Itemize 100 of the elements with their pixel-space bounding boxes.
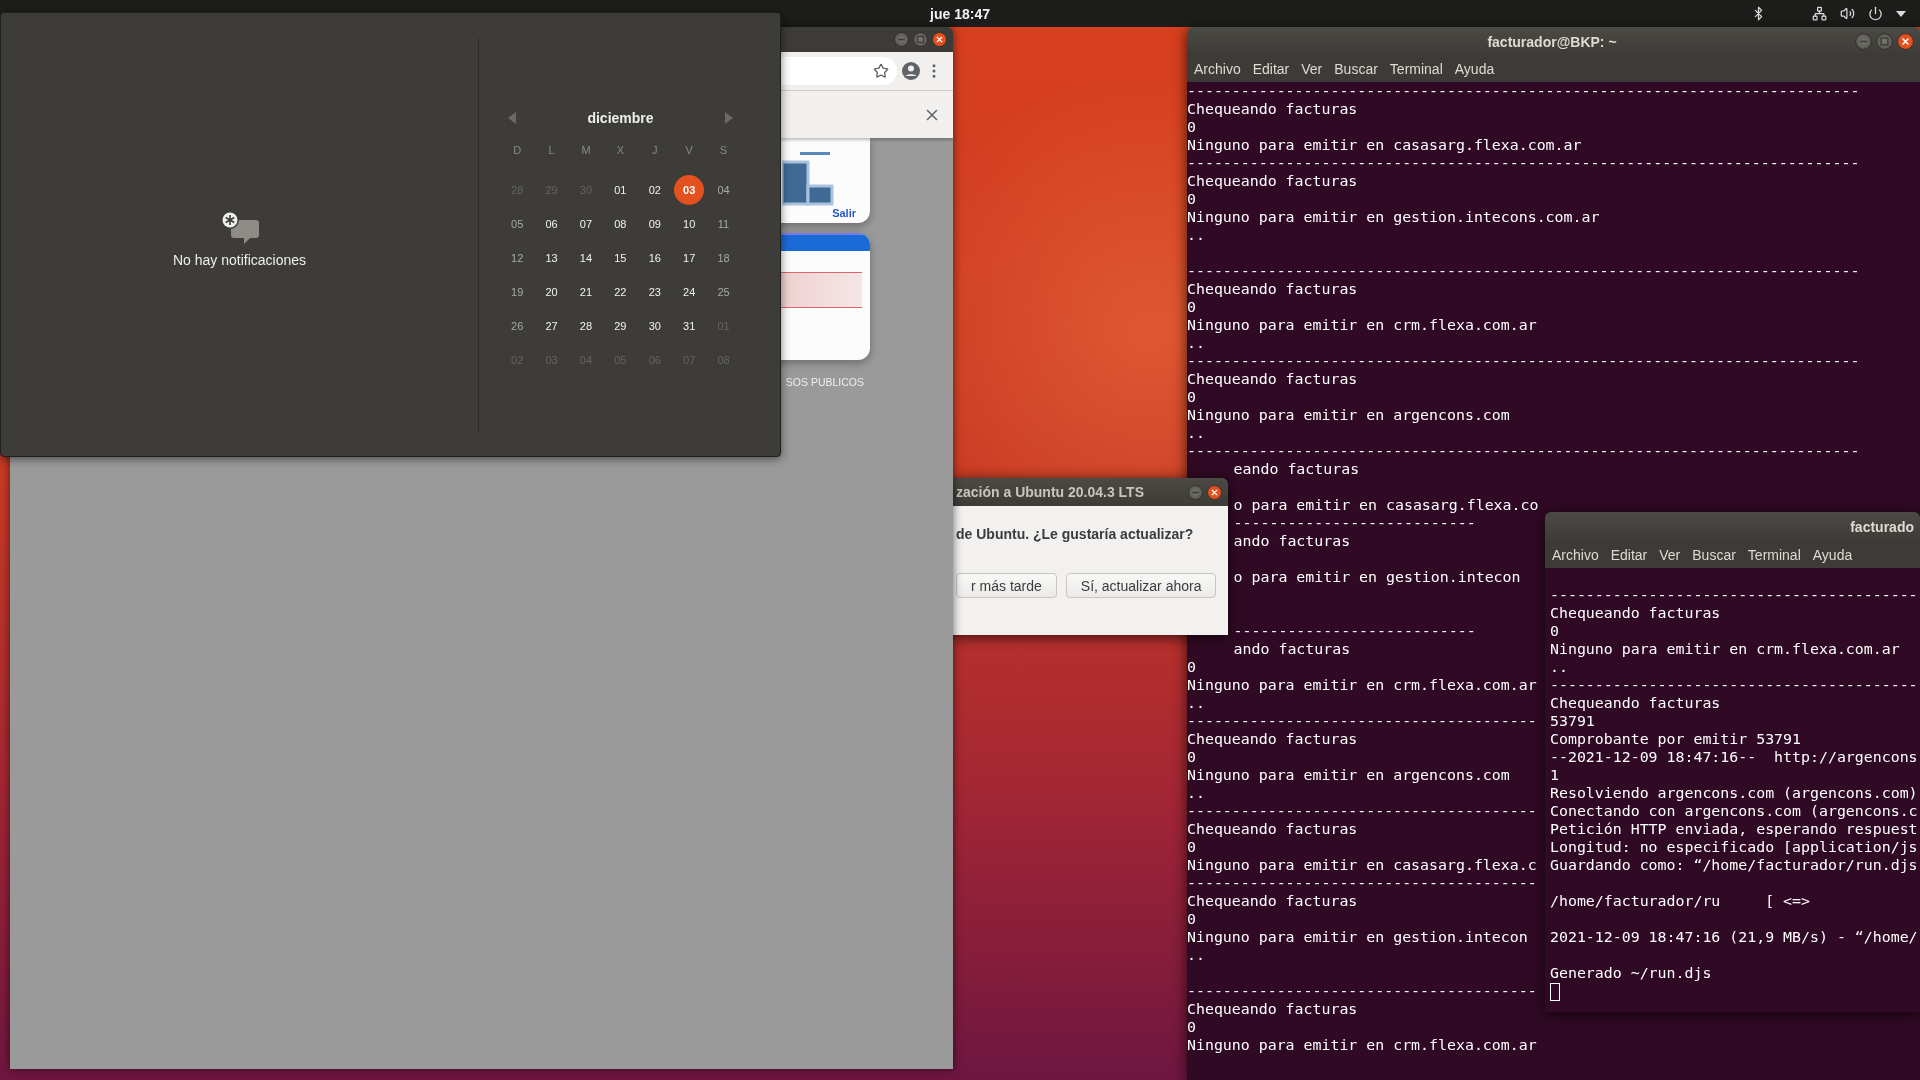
menu-item[interactable]: Buscar — [1329, 59, 1383, 79]
calendar-day[interactable]: 05 — [502, 209, 533, 239]
menu-item[interactable]: Terminal — [1384, 59, 1448, 79]
calendar-day[interactable]: 30 — [639, 311, 670, 341]
terminal-line: --------------------------------------------------------------------------- — [1187, 352, 1860, 370]
section-heading: SOS PUBLICOS — [785, 376, 864, 388]
terminal-line: Ninguno para emitir en casasarg.flexa.c — [1187, 856, 1537, 874]
calendar-day[interactable]: 18 — [708, 243, 739, 273]
dialog-title: zación a Ubuntu 20.04.3 LTS — [956, 484, 1144, 500]
calendar-day[interactable]: 29 — [605, 311, 636, 341]
terminal-line: ----------------------------------------- — [1550, 586, 1918, 604]
terminal-line: Chequeando facturas — [1187, 730, 1358, 748]
menu-item[interactable]: Archivo — [1547, 545, 1604, 565]
terminal-line: Ninguno para emitir en crm.flexa.com.ar — [1550, 640, 1900, 658]
window-title: facturador@BKP: ~ — [1486, 33, 1618, 50]
terminal-line: .. — [1187, 784, 1205, 802]
calendar-day[interactable]: 31 — [674, 311, 705, 341]
power-icon[interactable] — [1868, 6, 1883, 21]
calendar-day[interactable]: 19 — [502, 277, 533, 307]
chat-bubble-icon — [219, 209, 260, 246]
menu-item[interactable]: Ayuda — [1449, 59, 1500, 79]
menu-item[interactable]: Editar — [1605, 545, 1653, 565]
calendar-day[interactable]: 21 — [570, 277, 601, 307]
calendar-day[interactable]: 06 — [536, 209, 567, 239]
terminal-line: Ninguno para emitir en argencons.com — [1187, 406, 1510, 424]
calendar-day[interactable]: 12 — [502, 243, 533, 273]
calendar-day[interactable]: 24 — [674, 277, 705, 307]
close-button[interactable] — [1897, 33, 1914, 50]
terminal-line: 0 — [1187, 658, 1196, 676]
terminal-line: Chequeando facturas — [1187, 370, 1358, 388]
weekday-label: V — [684, 143, 694, 158]
calendar-day[interactable]: 27 — [536, 311, 567, 341]
calendar-day[interactable]: 28 — [570, 311, 601, 341]
calendar-day[interactable]: 15 — [605, 243, 636, 273]
terminal-line: Comprobante por emitir 53791 — [1550, 730, 1802, 748]
menu-item[interactable]: Ver — [1296, 59, 1328, 79]
menu-item[interactable]: Terminal — [1742, 545, 1806, 565]
terminal-line: .. — [1187, 226, 1205, 244]
terminal-line: Chequeando facturas — [1187, 892, 1358, 910]
calendar-day[interactable]: 23 — [639, 277, 670, 307]
network-icon[interactable] — [1812, 6, 1827, 21]
menu-item[interactable]: Ver — [1654, 545, 1686, 565]
calendar-day[interactable]: 03 — [674, 175, 705, 205]
caret-icon[interactable] — [1896, 10, 1906, 17]
menu-item[interactable]: Editar — [1247, 59, 1295, 79]
terminal-line: --------------------------------------------------------------------------- — [1187, 442, 1860, 460]
text-cursor — [1550, 983, 1560, 1001]
calendar-day[interactable]: 07 — [570, 209, 601, 239]
terminal-line: --------------------------------------------------------------------------- — [1187, 262, 1860, 280]
dialog-button[interactable]: r más tarde — [956, 573, 1057, 598]
calendar-day[interactable]: 11 — [708, 209, 739, 239]
calendar-day[interactable]: 22 — [605, 277, 636, 307]
calendar-day[interactable]: 26 — [502, 311, 533, 341]
logout-link[interactable]: Salir — [832, 207, 856, 219]
close-button[interactable] — [932, 32, 947, 47]
terminal-line: .. — [1187, 334, 1205, 352]
terminal-line: --------------------------------------- — [1187, 982, 1537, 1000]
terminal-line: .. — [1187, 694, 1205, 712]
weekday-label: D — [512, 143, 523, 158]
calendar-day[interactable]: 17 — [674, 243, 705, 273]
calendar-day[interactable]: 02 — [639, 175, 670, 205]
terminal-line: Chequeando facturas — [1187, 172, 1358, 190]
terminal-line: ----------------------------------------- — [1550, 676, 1918, 694]
close-button[interactable] — [1207, 484, 1222, 500]
clock[interactable]: jue 18:47 — [930, 5, 990, 22]
terminal-line: --------------------------- — [1232, 514, 1476, 532]
menu-item[interactable]: Archivo — [1189, 59, 1246, 79]
terminal-line: o para emitir en casasarg.flexa.co — [1232, 496, 1539, 514]
terminal-line: Ninguno para emitir en crm.flexa.com.ar — [1187, 316, 1537, 334]
terminal-line: Longitud: no especificado [application/js — [1550, 838, 1918, 856]
calendar-day[interactable]: 16 — [639, 243, 670, 273]
menu-item[interactable]: Buscar — [1687, 545, 1741, 565]
terminal-line: 0 — [1187, 838, 1196, 856]
terminal-line: --------------------------------------- — [1187, 874, 1537, 892]
terminal-line: Conectando con argencons.com (argencons.c — [1550, 802, 1918, 820]
calendar-day[interactable]: 20 — [536, 277, 567, 307]
calendar-day[interactable]: 14 — [570, 243, 601, 273]
calendar-day[interactable]: 01 — [605, 175, 636, 205]
calendar-day[interactable]: 09 — [639, 209, 670, 239]
terminal-line: 0 — [1187, 190, 1196, 208]
terminal-line: 0 — [1187, 910, 1196, 928]
calendar-day[interactable]: 04 — [708, 175, 739, 205]
terminal-line: Generado ~/run.djs — [1550, 964, 1712, 982]
terminal-line: 0 — [1187, 388, 1196, 406]
calendar-day[interactable]: 10 — [674, 209, 705, 239]
terminal-line: 2021-12-09 18:47:16 (21,9 MB/s) - “/home/ — [1550, 928, 1918, 946]
calendar-day[interactable]: 13 — [536, 243, 567, 273]
star-icon[interactable] — [873, 63, 889, 79]
volume-icon[interactable] — [1840, 6, 1855, 21]
terminal-line: Chequeando facturas — [1550, 604, 1721, 622]
minimize-button[interactable] — [1855, 33, 1872, 50]
dialog-button[interactable]: Sí, actualizar ahora — [1065, 573, 1217, 598]
terminal-line: Chequeando facturas — [1550, 694, 1721, 712]
dialog-message: de Ubuntu. ¿Le gustaría actualizar? — [956, 526, 1194, 542]
minimize-button[interactable] — [894, 32, 909, 47]
calendar-day[interactable]: 25 — [708, 277, 739, 307]
menu-item[interactable]: Ayuda — [1807, 545, 1858, 565]
terminal-line: 0 — [1187, 118, 1196, 136]
terminal-line: 53791 — [1550, 712, 1595, 730]
calendar-day[interactable]: 08 — [605, 209, 636, 239]
